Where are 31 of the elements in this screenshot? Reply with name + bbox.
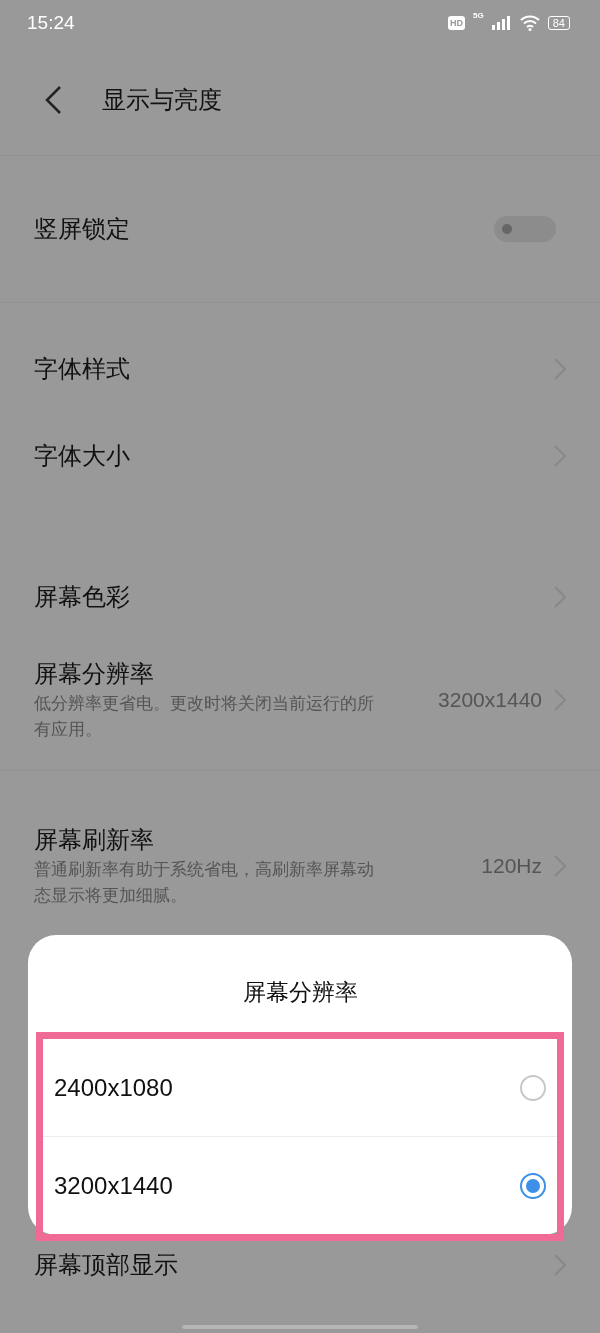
settings-row[interactable]: 屏幕顶部显示 [0,1234,600,1296]
setting-label: 字体大小 [34,440,131,472]
settings-row[interactable]: 屏幕色彩 [0,553,600,640]
signal-icon [491,15,512,30]
settings-row[interactable]: 屏幕分辨率 低分辨率更省电。更改时将关闭当前运行的所有应用。 3200x1440 [0,640,600,760]
setting-value: 3200x1440 [438,688,542,712]
setting-label: 竖屏锁定 [34,214,131,245]
wifi-icon [519,14,540,31]
toggle-switch[interactable] [494,216,556,242]
resolution-option[interactable]: 2400x1080 [43,1039,557,1136]
settings-row[interactable]: 字体大小 [0,412,600,499]
dialog-title: 屏幕分辨率 [241,978,359,1007]
page-title: 显示与亮度 [102,85,222,116]
setting-label: 屏幕刷新率 [34,825,155,856]
setting-label: 屏幕顶部显示 [34,1250,179,1281]
setting-description: 低分辨率更省电。更改时将关闭当前运行的所有应用。 [34,692,375,741]
setting-label: 屏幕色彩 [34,581,131,613]
hd-icon: HD [448,15,466,30]
setting-label: 屏幕分辨率 [34,659,155,690]
status-time: 15:24 [27,11,75,34]
setting-description: 普通刷新率有助于系统省电，高刷新率屏幕动态显示将更加细腻。 [34,858,375,907]
battery-indicator: 84 [547,15,570,30]
resolution-option[interactable]: 3200x1440 [43,1136,557,1234]
radio-button[interactable] [520,1074,546,1101]
settings-row[interactable]: 字体样式 [0,325,600,412]
setting-label: 字体样式 [34,353,131,385]
settings-row[interactable]: 屏幕刷新率 普通刷新率有助于系统省电，高刷新率屏幕动态显示将更加细腻。 120Hz [0,801,600,931]
network-label: 5G [473,10,484,20]
radio-button[interactable] [520,1172,546,1199]
settings-row[interactable]: 竖屏锁定 [0,156,600,302]
setting-value: 120Hz [481,854,542,878]
